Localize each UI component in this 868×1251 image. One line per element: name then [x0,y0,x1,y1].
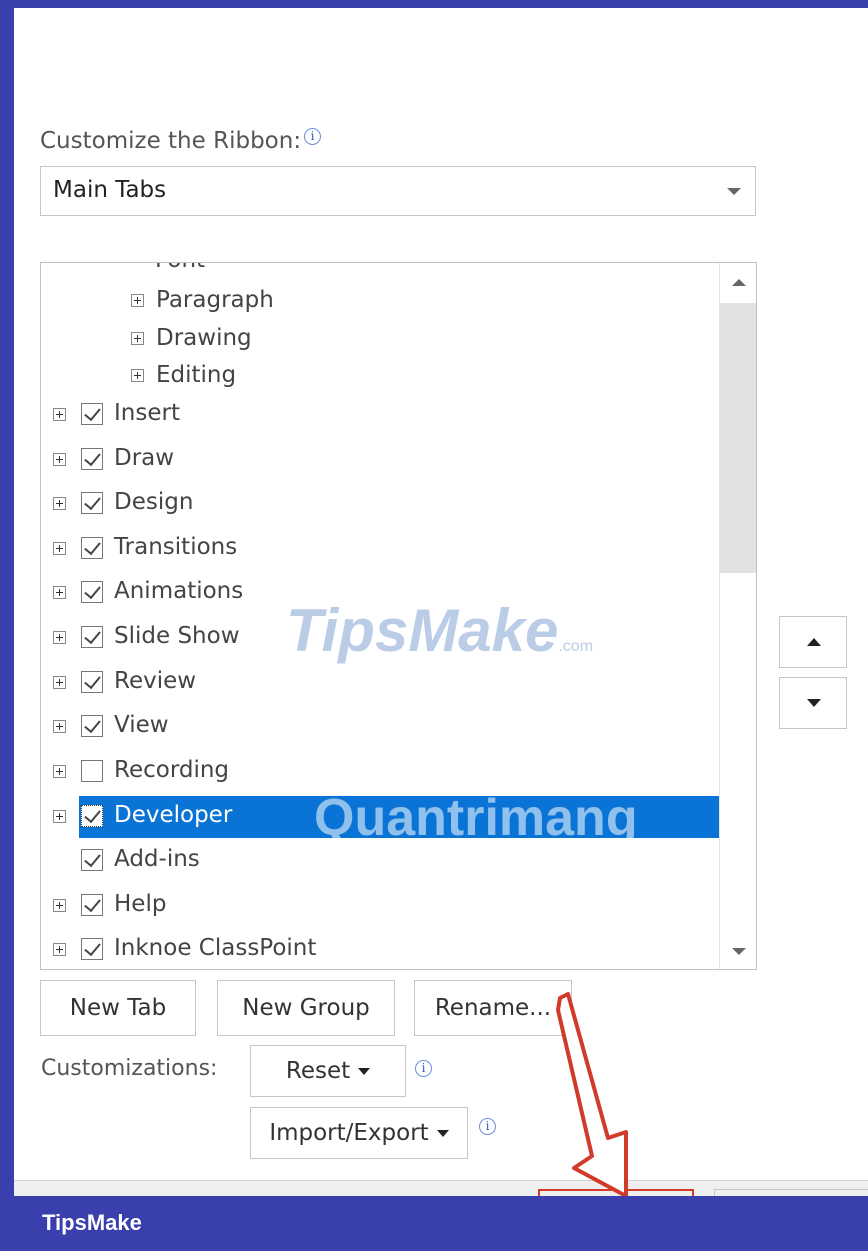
customize-ribbon-panel: Customize the Ribbon:i Main Tabs Font Pa… [14,8,868,1196]
red-arrow-annotation [556,992,628,1196]
footer-brand: TipsMake [42,1210,142,1235]
footer-bar: TipsMake [0,1196,868,1251]
